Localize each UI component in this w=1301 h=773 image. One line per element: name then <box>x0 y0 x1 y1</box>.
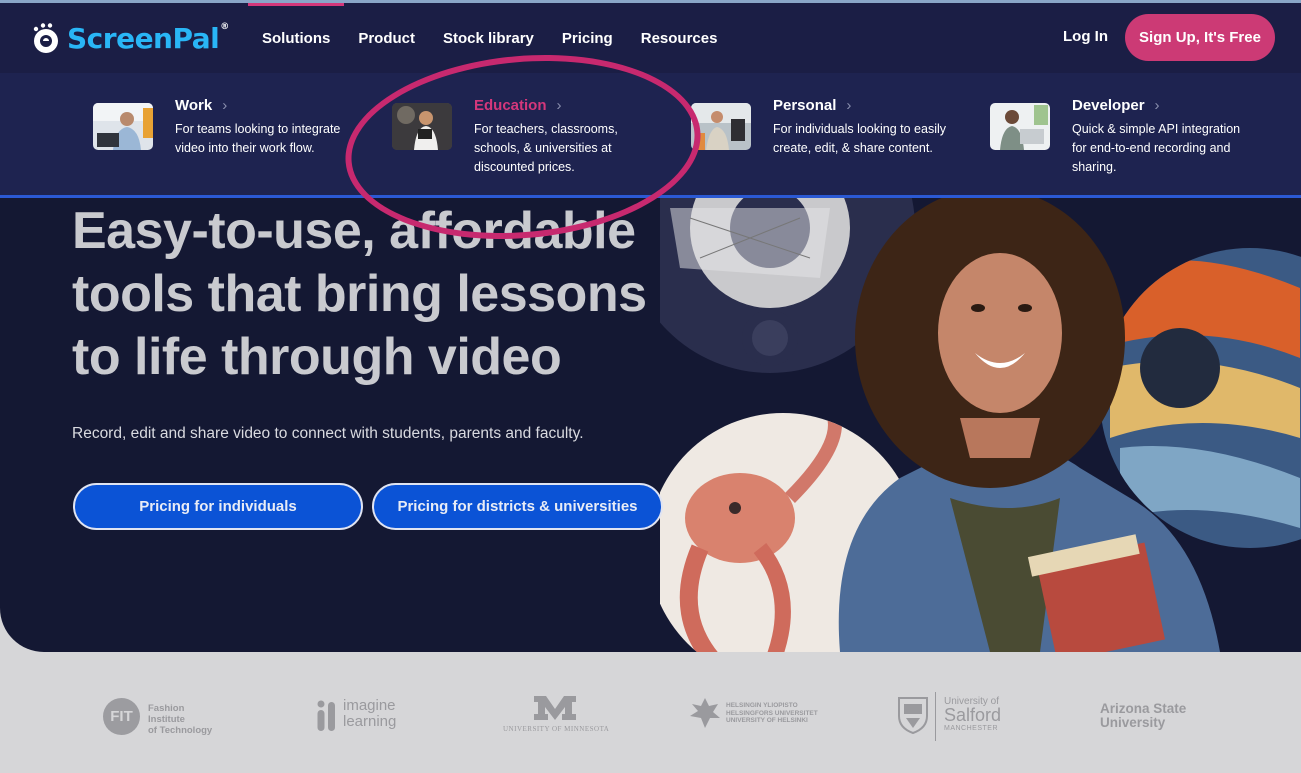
fit-name-line2: of Technology <box>148 725 213 736</box>
screenpal-logo-icon <box>32 23 60 54</box>
fit-name-line1: Fashion Institute <box>148 703 185 725</box>
fit-circle-icon: FIT <box>103 698 140 735</box>
logo-university-of-salford: University of Salford MANCHESTER <box>897 692 1007 742</box>
imagine-line1: imagine <box>343 697 396 714</box>
login-link[interactable]: Log In <box>1063 28 1108 45</box>
logo-fit: FIT Fashion Institute of Technology <box>103 698 223 736</box>
developer-thumbnail <box>990 103 1050 150</box>
chevron-right-icon: › <box>222 97 228 114</box>
chevron-right-icon: › <box>1154 97 1160 114</box>
salford-name: University of Salford MANCHESTER <box>944 696 1001 734</box>
fit-name: Fashion Institute of Technology <box>148 703 223 736</box>
screenpal-wordmark: ScreenPal® <box>67 22 229 55</box>
menu-desc-personal: For individuals looking to easily create… <box>773 122 947 155</box>
menu-item-work[interactable]: Work › For teams looking to integrate vid… <box>93 97 373 187</box>
menu-title-work-text: Work <box>175 97 213 114</box>
site-header: ScreenPal® Solutions Product Stock libra… <box>0 3 1301 73</box>
imagine-learning-mark-icon <box>317 700 335 731</box>
minnesota-m-icon <box>534 696 576 720</box>
registered-mark: ® <box>220 21 229 32</box>
asu-line2: University <box>1100 715 1166 730</box>
logo-arizona-state-university: Arizona State University <box>1100 702 1186 730</box>
hero-illustration <box>660 198 1301 652</box>
page: Easy-to-use, affordable tools that bring… <box>0 0 1301 773</box>
signup-button[interactable]: Sign Up, It's Free <box>1125 14 1275 61</box>
nav-resources[interactable]: Resources <box>627 3 732 73</box>
imagine-learning-name: imagine learning <box>343 698 396 730</box>
asu-line1: Arizona State <box>1100 701 1187 716</box>
salford-line3: MANCHESTER <box>944 725 999 732</box>
chevron-right-icon: › <box>846 97 852 114</box>
logo-university-of-helsinki: HELSINGIN YLIOPISTO HELSINGFORS UNIVERSIT… <box>688 696 818 732</box>
nav-product[interactable]: Product <box>344 3 429 73</box>
helsinki-name: HELSINGIN YLIOPISTO HELSINGFORS UNIVERSIT… <box>726 702 818 725</box>
salford-divider <box>935 692 936 741</box>
menu-desc-developer: Quick & simple API integration for end-t… <box>1072 122 1241 174</box>
logo-imagine-learning: imagine learning <box>316 698 416 738</box>
pricing-districts-button[interactable]: Pricing for districts & universities <box>372 483 663 530</box>
menu-title-developer-text: Developer <box>1072 97 1145 114</box>
brand-name-screen: Screen <box>67 21 173 55</box>
helsinki-line2: HELSINGFORS UNIVERSITET <box>726 709 818 717</box>
imagine-line2: learning <box>343 713 397 730</box>
logo-university-of-minnesota: UNIVERSITY OF MINNESOTA <box>503 694 610 739</box>
menu-title-work[interactable]: Work › <box>175 97 227 114</box>
salford-crest-icon <box>898 697 928 734</box>
menu-item-developer[interactable]: Developer › Quick & simple API integratio… <box>990 97 1270 187</box>
pricing-individuals-button[interactable]: Pricing for individuals <box>73 483 363 530</box>
brand-name-pal: Pal <box>172 21 220 55</box>
menu-item-personal[interactable]: Personal › For individuals looking to eas… <box>691 97 971 187</box>
menu-desc-work: For teams looking to integrate video int… <box>175 122 341 155</box>
helsinki-line1: HELSINGIN YLIOPISTO <box>726 702 798 709</box>
menu-title-personal[interactable]: Personal › <box>773 97 851 114</box>
screenpal-logo[interactable]: ScreenPal® <box>30 20 229 56</box>
helsinki-emblem-icon <box>690 698 720 728</box>
work-thumbnail <box>93 103 153 150</box>
menu-title-developer[interactable]: Developer › <box>1072 97 1160 114</box>
fit-mark-text: FIT <box>110 708 133 725</box>
helsinki-line3: UNIVERSITY OF HELSINKI <box>726 717 808 724</box>
salford-line2: Salford <box>944 705 1002 725</box>
minnesota-name: UNIVERSITY OF MINNESOTA <box>503 725 610 733</box>
hero-subtext: Record, edit and share video to connect … <box>72 425 584 442</box>
menu-title-personal-text: Personal <box>773 97 837 114</box>
nav-solutions[interactable]: Solutions <box>248 3 345 73</box>
partner-logos: FIT Fashion Institute of Technology imagi… <box>0 652 1301 773</box>
